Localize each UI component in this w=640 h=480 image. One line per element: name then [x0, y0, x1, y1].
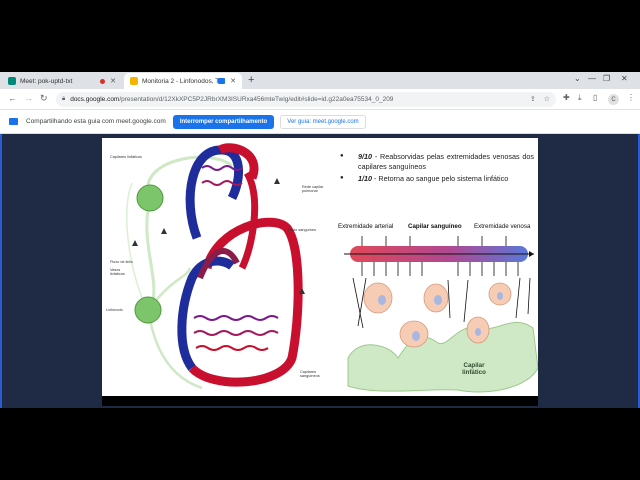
bullet-item: 1/10 - Retorna ao sangue pelo sistema li… — [338, 174, 534, 184]
screen-share-bar: Compartilhando esta guia com meet.google… — [0, 110, 640, 134]
viewport-border — [0, 134, 2, 408]
video-letterbox-top — [0, 0, 640, 72]
browser-window: Meet: pok-uptd-txt ✕ Monitoria 2 - Linfo… — [0, 72, 640, 408]
bookmark-star-icon[interactable]: ☆ — [544, 95, 550, 103]
presentation-slide[interactable]: Capilares linfáticos Rede capilar pulmon… — [102, 138, 538, 406]
tab-title: Monitoria 2 - Linfonodos, Ti — [142, 77, 219, 85]
url-host: docs.google.com — [70, 96, 120, 103]
tab-search-icon[interactable]: ⌄ — [574, 74, 581, 83]
address-bar[interactable]: 🔒︎ docs.google.com /presentation/d/12XkX… — [56, 92, 556, 107]
label-vasos-linfaticos: Vasos linfáticos — [110, 268, 125, 276]
tab-strip: Meet: pok-uptd-txt ✕ Monitoria 2 - Linfo… — [0, 72, 640, 89]
tab-title: Meet: pok-uptd-txt — [20, 77, 73, 85]
bullet-text: - Reabsorvidas pelas extremidades venosa… — [358, 152, 534, 172]
slide-footer-band — [102, 396, 538, 406]
share-message: Compartilhando esta guia com meet.google… — [26, 118, 166, 125]
new-tab-icon[interactable]: + — [248, 74, 254, 86]
google-slides-icon — [130, 77, 138, 85]
label-lymph-capillary: Capilar linfático — [462, 362, 486, 376]
label-fluxo-de-linfa: Fluxo de linfa — [110, 260, 133, 264]
profile-avatar[interactable]: C — [608, 94, 619, 105]
reload-icon[interactable]: ↻ — [40, 93, 48, 104]
label-fluxo-sanguineo: Fluxo sanguíneo — [288, 228, 317, 232]
tab-meet[interactable]: Meet: pok-uptd-txt ✕ — [2, 73, 122, 89]
google-meet-icon — [8, 77, 16, 85]
label-rede-capilar-pulmonar: Rede capilar pulmonar — [302, 185, 324, 193]
tab-slides[interactable]: Monitoria 2 - Linfonodos, Ti ✕ — [124, 73, 242, 89]
label-venous-end: Extremidade venosa — [474, 223, 531, 230]
menu-icon[interactable]: ⋮ — [627, 93, 635, 102]
minimize-icon[interactable]: — — [588, 74, 596, 83]
circulation-diagram — [126, 143, 305, 390]
label-capilares-linfaticos: Capilares linfáticos — [110, 155, 142, 159]
back-icon[interactable]: ← — [8, 93, 17, 103]
side-panel-icon[interactable]: ▯ — [593, 93, 597, 102]
capillary-diagram: Extremidade arterial Capilar sanguíneo E… — [338, 218, 538, 396]
slide-bullets: 9/10 - Reabsorvidas pelas extremidades v… — [338, 152, 534, 184]
close-icon[interactable]: ✕ — [110, 77, 116, 85]
screen-share-icon — [9, 118, 18, 125]
switch-to-meet-button[interactable]: Ver guia: meet.google.com — [280, 115, 366, 129]
downloads-icon[interactable]: ⤓ — [578, 93, 582, 103]
sharing-icon — [218, 78, 226, 84]
extensions-icon[interactable]: ✚ — [563, 93, 570, 102]
lock-icon: 🔒︎ — [62, 96, 66, 102]
browser-toolbar: ← → ↻ 🔒︎ docs.google.com /presentation/d… — [0, 89, 640, 110]
label-linfonodo: Linfonodo — [106, 308, 123, 312]
recording-dot-icon — [100, 78, 106, 84]
maximize-icon[interactable]: ❐ — [603, 74, 610, 83]
label-blood-capillary: Capilar sanguíneo — [408, 223, 462, 230]
video-letterbox-bottom — [0, 408, 640, 480]
slides-viewport: Capilares linfáticos Rede capilar pulmon… — [0, 134, 640, 408]
share-page-icon[interactable]: ⇪ — [530, 95, 536, 103]
lymph-node-icon — [136, 184, 164, 212]
close-icon[interactable]: ✕ — [230, 77, 236, 85]
lymph-node-icon — [134, 296, 162, 324]
capillary-illustration — [344, 236, 538, 393]
bullet-text: - Retorna ao sangue pelo sistema linfáti… — [372, 173, 509, 183]
stop-sharing-button[interactable]: Interromper compartilhamento — [173, 115, 274, 129]
url-path: /presentation/d/12XkXPC5P2JRbrXM3ISURxa4… — [119, 96, 394, 103]
bullet-fraction: 9/10 — [358, 152, 372, 161]
forward-icon[interactable]: → — [24, 93, 33, 103]
bullet-fraction: 1/10 — [358, 173, 372, 183]
label-capilares-sanguineos: Capilares sanguíneos — [300, 370, 320, 378]
bullet-item: 9/10 - Reabsorvidas pelas extremidades v… — [338, 152, 534, 173]
label-arterial-end: Extremidade arterial — [338, 223, 394, 230]
close-window-icon[interactable]: ✕ — [621, 74, 628, 83]
